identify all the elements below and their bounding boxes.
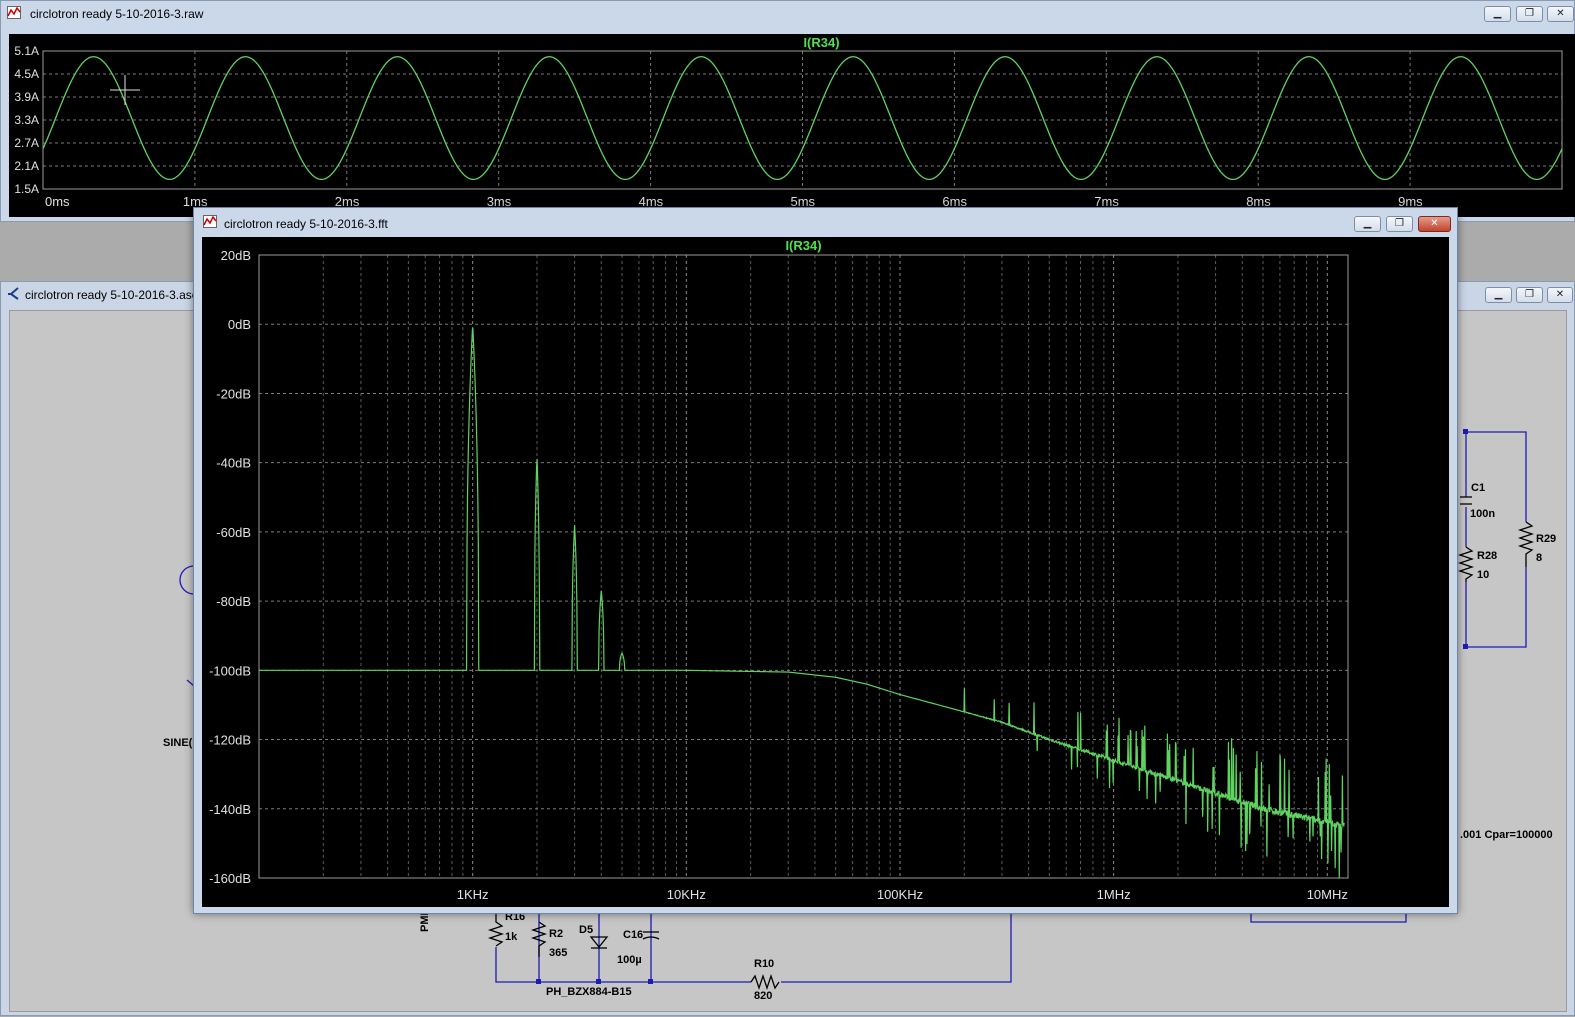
transient-close-button[interactable]: ✕: [1547, 6, 1574, 22]
d5-label: D5: [579, 924, 594, 936]
sine-source-label: SINE(: [163, 737, 193, 749]
y-tick-label: 20dB: [221, 248, 251, 263]
y-tick-label: -100dB: [209, 663, 251, 678]
r10-value: 820: [754, 990, 773, 1002]
c1-value: 100n: [1470, 508, 1496, 520]
y-tick-label: -120dB: [209, 733, 251, 748]
trace-label: I(R34): [803, 35, 839, 50]
x-tick-label: 10MHz: [1307, 887, 1348, 902]
r28-value: 10: [1477, 569, 1490, 581]
r10-label: R10: [754, 958, 775, 970]
waveform-app-icon: [7, 6, 21, 19]
y-tick-label: -40dB: [216, 456, 251, 471]
r29-label: R29: [1536, 533, 1557, 545]
transient-plot-pane[interactable]: 0ms 1ms 2ms 3ms 4ms 5ms 6ms 7ms 8ms 9ms 5.1A 4.5A 3.…: [9, 34, 1575, 217]
transient-window: circlotron ready 5-10-2016-3.raw ▁ ❐ ✕ 0…: [0, 0, 1575, 222]
x-tick-label: 100KHz: [877, 887, 923, 902]
r2-label: R2: [549, 928, 564, 940]
y-tick-label: -20dB: [216, 386, 251, 401]
x-tick-label: 1MHz: [1097, 887, 1131, 902]
fft-titlebar[interactable]: circlotron ready 5-10-2016-3.fft ▁ ❐ ✕: [194, 208, 1457, 234]
transient-minimize-button[interactable]: ▁: [1484, 6, 1511, 22]
c16-label: C16: [623, 929, 644, 941]
r28-label: R28: [1477, 550, 1498, 562]
y-tick-label: 1.5A: [14, 182, 39, 196]
c1-label: C1: [1471, 482, 1486, 494]
transient-chart[interactable]: 0ms 1ms 2ms 3ms 4ms 5ms 6ms 7ms 8ms 9ms5.1A4.5A3.…: [9, 34, 1575, 217]
transient-title: circlotron ready 5-10-2016-3.raw: [30, 7, 204, 21]
y-tick-label: -60dB: [216, 525, 251, 540]
r29-value: 8: [1536, 552, 1543, 564]
fft-window: circlotron ready 5-10-2016-3.fft ▁ ❐ ✕ 2…: [193, 207, 1458, 914]
y-tick-label: 2.7A: [14, 136, 39, 150]
x-tick-label: 10KHz: [667, 887, 706, 902]
close-icon: ✕: [1556, 8, 1565, 19]
c16-value: 100µ: [617, 954, 642, 966]
y-tick-label: 0dB: [228, 317, 251, 332]
trace-label: I(R34): [785, 238, 821, 253]
y-tick-label: -80dB: [216, 594, 251, 609]
y-tick-label: 5.1A: [14, 44, 39, 58]
transient-restore-button[interactable]: ❐: [1516, 6, 1543, 22]
fft-close-button[interactable]: ✕: [1418, 216, 1451, 232]
minimize-icon: ▁: [1363, 218, 1372, 229]
fft-restore-button[interactable]: ❐: [1386, 216, 1413, 232]
fft-series-line: [259, 327, 1345, 878]
close-icon: ✕: [1430, 218, 1439, 229]
r16-value: 1k: [505, 931, 518, 943]
fft-chart[interactable]: 20dB 0dB -20dB -40dB -60dB -80dB -100dB -120dB -…: [202, 237, 1449, 907]
x-tick-label: 0ms: [45, 194, 70, 209]
restore-icon: ❐: [1395, 218, 1404, 229]
cpar-label: .001 Cpar=100000: [1460, 829, 1553, 841]
x-tick-label: 1KHz: [457, 887, 489, 902]
y-tick-label: -140dB: [209, 802, 251, 817]
y-tick-label: -160dB: [209, 871, 251, 886]
y-tick-label: 3.9A: [14, 90, 39, 104]
y-tick-label: 2.1A: [14, 159, 39, 173]
minimize-icon: ▁: [1493, 8, 1502, 19]
y-tick-label: 3.3A: [14, 113, 39, 127]
fft-minimize-button[interactable]: ▁: [1354, 216, 1381, 232]
r2-value: 365: [549, 947, 568, 959]
zener-part-label: PH_BZX884-B15: [546, 986, 632, 998]
y-tick-label: 4.5A: [14, 67, 39, 81]
fft-plot-pane[interactable]: 20dB 0dB -20dB -40dB -60dB -80dB -100dB -120dB -…: [202, 237, 1449, 907]
restore-icon: ❐: [1525, 8, 1534, 19]
waveform-app-icon: [203, 215, 217, 228]
transient-titlebar[interactable]: circlotron ready 5-10-2016-3.raw ▁ ❐ ✕: [1, 1, 1574, 27]
fft-title: circlotron ready 5-10-2016-3.fft: [224, 217, 388, 231]
